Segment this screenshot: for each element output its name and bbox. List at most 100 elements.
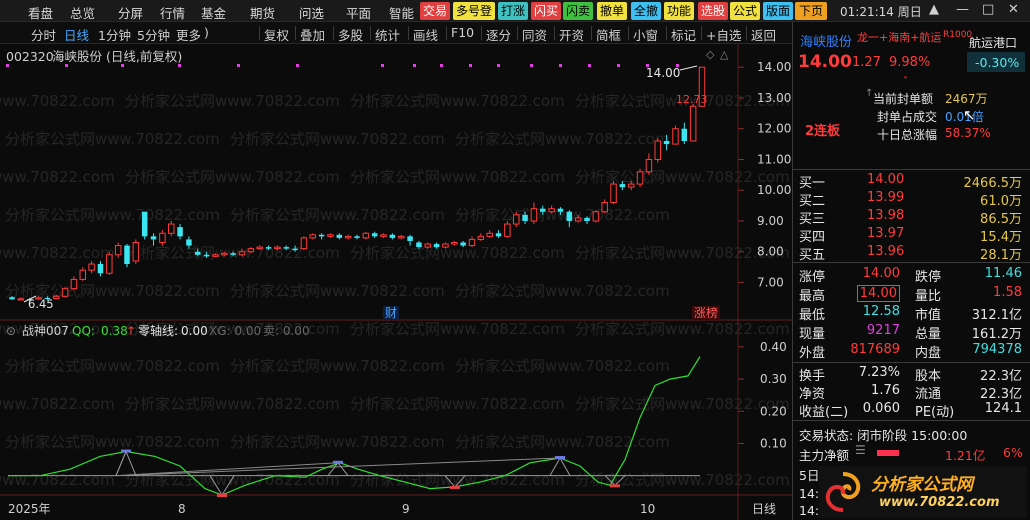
indicator-icon[interactable]: ⊙ bbox=[6, 324, 16, 338]
tab-rixian[interactable]: 日线 bbox=[64, 25, 89, 44]
signal-dot bbox=[530, 64, 533, 67]
toolbar-13[interactable]: 返回 bbox=[751, 25, 776, 44]
tab-more[interactable]: 更多 bbox=[176, 25, 201, 44]
menu-pingmian[interactable]: 平面 bbox=[346, 3, 371, 22]
candle-down bbox=[584, 217, 590, 221]
seal-amount-label: 当前封单额 bbox=[873, 92, 934, 106]
stat2-label: 收益(二) bbox=[799, 405, 849, 420]
logo-text: 分析家公式网 bbox=[871, 475, 973, 495]
toolbar-btn-11[interactable]: 下页 bbox=[795, 2, 827, 20]
candle-down bbox=[292, 248, 298, 251]
chevron-down-icon[interactable]: ˅ bbox=[903, 76, 908, 87]
candle-up bbox=[17, 298, 25, 301]
menu-jijin[interactable]: 基金 bbox=[201, 3, 226, 22]
tab-1min[interactable]: 1分钟 bbox=[98, 25, 131, 44]
menu-kanpan[interactable]: 看盘 bbox=[28, 3, 53, 22]
candle-down bbox=[97, 264, 104, 274]
maximize-icon[interactable]: □ bbox=[982, 2, 994, 17]
toolbar-2[interactable]: 多股 bbox=[338, 25, 363, 44]
toolbar-0[interactable]: 复权 bbox=[264, 25, 289, 44]
diamond-icon[interactable]: ◇ bbox=[706, 48, 715, 61]
toolbar-5[interactable]: F10 bbox=[451, 25, 474, 40]
menu-hangqing[interactable]: 行情 bbox=[160, 3, 185, 22]
toolbar-btn-3[interactable]: 闪买 bbox=[531, 2, 561, 20]
toolbar-btn-4[interactable]: 闪卖 bbox=[563, 2, 593, 20]
toolbar-10[interactable]: 小窗 bbox=[633, 25, 658, 44]
peak-marker bbox=[333, 460, 343, 464]
stat-value: 14.00 bbox=[862, 266, 900, 281]
toolbar-3[interactable]: 统计 bbox=[375, 25, 400, 44]
stat-label: 外盘 bbox=[799, 346, 826, 361]
signal-dot bbox=[440, 64, 443, 67]
candle-up bbox=[530, 208, 538, 222]
tab-5min[interactable]: 5分钟 bbox=[137, 25, 170, 44]
stat2-label-2: 股本 bbox=[915, 369, 942, 384]
toolbar-btn-0[interactable]: 交易 bbox=[420, 2, 450, 20]
candle-down bbox=[663, 141, 670, 145]
toolbar-btn-6[interactable]: 全撤 bbox=[631, 2, 661, 20]
candle-up bbox=[627, 183, 635, 188]
toolbar-btn-5[interactable]: 撤单 bbox=[597, 2, 627, 20]
stat-label-2: 内盘 bbox=[915, 346, 942, 361]
toolbar-6[interactable]: 逐分 bbox=[486, 25, 511, 44]
peak-marker bbox=[121, 449, 131, 453]
watermark-text: 分析家公式网www.70822.com bbox=[0, 395, 115, 413]
cai-marker[interactable]: 财 bbox=[385, 306, 397, 320]
candle-down bbox=[540, 208, 546, 212]
menu-zonglan[interactable]: 总览 bbox=[70, 3, 95, 22]
main-flow-label: 主力净额 bbox=[799, 448, 850, 463]
sector-name[interactable]: 航运港口 bbox=[969, 34, 1017, 51]
date-label: 8 bbox=[178, 502, 186, 516]
menu-wenxuan[interactable]: 问选 bbox=[299, 3, 324, 22]
stat-value-2: 11.46 bbox=[984, 266, 1022, 281]
toolbar-4[interactable]: 画线 bbox=[413, 25, 438, 44]
site-logo: 分析家公式网 www.70822.com bbox=[819, 466, 1027, 518]
clock: 01:21:14 周日 bbox=[840, 5, 922, 19]
watermark-text: 分析家公式网www.70822.com bbox=[125, 92, 340, 110]
list-icon[interactable]: ☰ bbox=[855, 443, 866, 457]
menu-qihuo[interactable]: 期货 bbox=[250, 3, 275, 22]
toolbar-separator bbox=[295, 26, 296, 40]
bid-volume: 61.0万 bbox=[980, 194, 1022, 209]
candle-up bbox=[548, 208, 555, 213]
toolbar-1[interactable]: 叠加 bbox=[300, 25, 325, 44]
stock-name[interactable]: 海峡股份 bbox=[800, 31, 852, 50]
seal-amount: 2467万 bbox=[945, 92, 988, 106]
stat-value-2: 794378 bbox=[972, 342, 1022, 357]
price-tick: 11.00 bbox=[757, 152, 791, 166]
toolbar-btn-8[interactable]: 选股 bbox=[698, 2, 728, 20]
candle-down bbox=[354, 236, 360, 238]
close-icon[interactable]: ✕ bbox=[1008, 2, 1019, 17]
candle-up bbox=[159, 232, 166, 243]
candle-down bbox=[389, 234, 396, 238]
toolbar-7[interactable]: 同资 bbox=[522, 25, 547, 44]
toolbar-9[interactable]: 简框 bbox=[596, 25, 621, 44]
trough-marker bbox=[610, 484, 620, 488]
zhangbang-marker[interactable]: 涨榜 bbox=[694, 305, 718, 320]
candle-down bbox=[318, 234, 325, 237]
toolbar-btn-10[interactable]: 版面 bbox=[763, 2, 793, 20]
signal-dot bbox=[497, 64, 500, 67]
toolbar-btn-2[interactable]: 打涨 bbox=[498, 2, 528, 20]
menu-zhineng[interactable]: 智能 bbox=[389, 3, 414, 22]
toolbar-12[interactable]: +自选 bbox=[706, 25, 741, 44]
shirt-icon[interactable]: ▲ bbox=[929, 2, 939, 17]
up-arrow-icon[interactable]: △ bbox=[720, 48, 729, 61]
toolbar-btn-7[interactable]: 功能 bbox=[664, 2, 694, 20]
toolbar-11[interactable]: 标记 bbox=[671, 25, 696, 44]
toolbar-btn-1[interactable]: 多号登 bbox=[453, 2, 495, 20]
peak-marker bbox=[555, 455, 565, 459]
kline-chart[interactable]: 分析家公式网www.70822.com 分析家公式网www.70822.com 分析… bbox=[0, 44, 792, 520]
watermark-text: 分析家公式网www.70822.com bbox=[125, 395, 340, 413]
row-5d: 5日 bbox=[799, 468, 820, 483]
candle-down bbox=[522, 214, 528, 221]
stat2-label-2: 流通 bbox=[915, 387, 942, 402]
minimize-icon[interactable]: — bbox=[956, 2, 969, 17]
indicator-zero-value: 0.00 bbox=[181, 324, 208, 338]
signal-dot bbox=[296, 64, 299, 67]
candle-up bbox=[477, 235, 485, 240]
toolbar-8[interactable]: 开资 bbox=[559, 25, 584, 44]
toolbar-btn-9[interactable]: 公式 bbox=[730, 2, 760, 20]
menu-fenping[interactable]: 分屏 bbox=[118, 3, 143, 22]
tab-fenshi[interactable]: 分时 bbox=[31, 25, 56, 44]
